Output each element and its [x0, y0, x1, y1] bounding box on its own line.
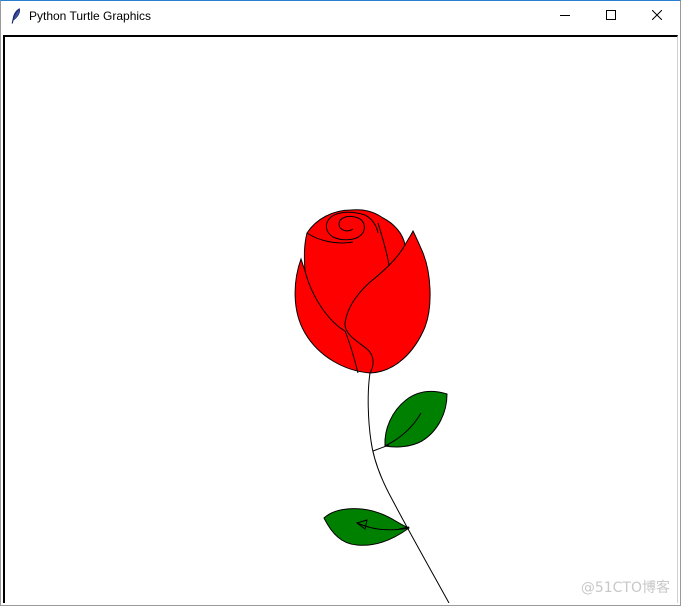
- feather-icon: [9, 7, 23, 25]
- upper-leaf: [384, 391, 448, 448]
- window-title: Python Turtle Graphics: [29, 9, 152, 23]
- maximize-button[interactable]: [588, 1, 634, 31]
- close-button[interactable]: [634, 1, 680, 31]
- turtle-canvas[interactable]: [3, 35, 678, 603]
- lower-leaf: [323, 508, 411, 546]
- maximize-icon: [606, 7, 616, 25]
- minimize-button[interactable]: [542, 1, 588, 31]
- title-bar[interactable]: Python Turtle Graphics: [1, 1, 680, 31]
- minimize-icon: [560, 7, 570, 25]
- watermark: @51CTO博客: [580, 580, 670, 596]
- close-icon: [651, 7, 663, 25]
- window-controls: [542, 1, 680, 31]
- upper-leaf-joint: [372, 444, 390, 452]
- rose-bloom: [294, 209, 431, 374]
- rose-drawing: [294, 209, 450, 603]
- turtle-window: Python Turtle Graphics @51CTO博客: [0, 0, 681, 606]
